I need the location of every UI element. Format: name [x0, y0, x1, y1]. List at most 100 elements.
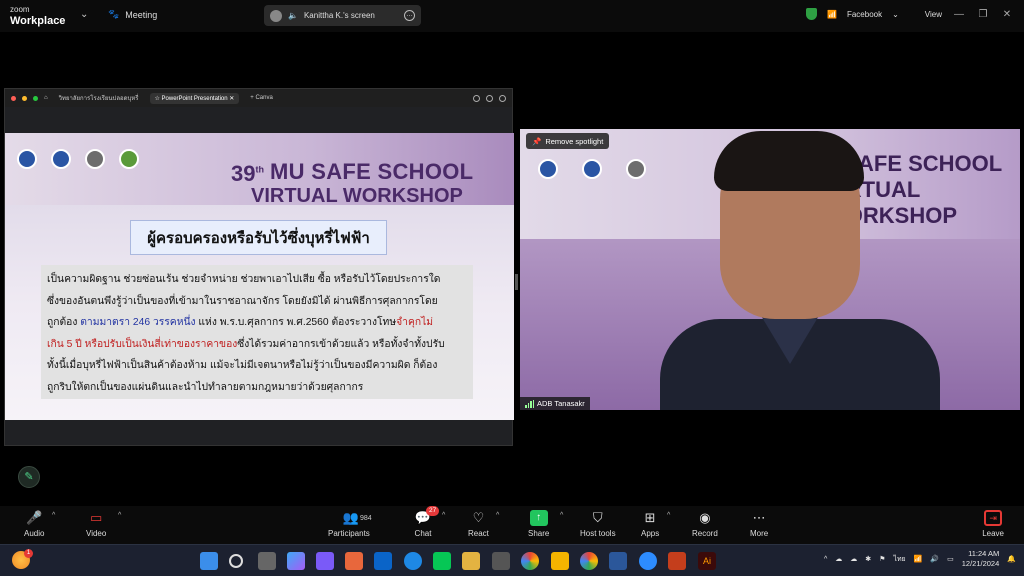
task-view-icon[interactable] — [258, 552, 276, 570]
edge-icon[interactable] — [404, 552, 422, 570]
copilot-icon[interactable] — [287, 552, 305, 570]
participants-button[interactable]: 👥 984 Participants — [328, 510, 372, 538]
file-explorer-icon[interactable] — [551, 552, 569, 570]
signal-icon: 📶 — [826, 9, 837, 19]
zoom-icon[interactable] — [639, 552, 657, 570]
leave-door-icon: ⇥ — [984, 510, 1003, 526]
participants-icon: 👥 — [342, 510, 360, 525]
minimize-dot-icon[interactable] — [22, 95, 27, 101]
chevron-down-icon[interactable]: ⌄ — [892, 10, 899, 19]
home-icon[interactable]: ⌂ — [44, 95, 48, 101]
word-icon[interactable] — [609, 552, 627, 570]
screen-share-indicator[interactable]: 🔈 Kanittha K.'s screen … — [264, 5, 421, 26]
onedrive-blue-icon[interactable]: ☁ — [850, 555, 857, 563]
logo-big-text: Workplace — [10, 15, 66, 27]
record-button[interactable]: ◉ Record — [692, 510, 718, 538]
more-dots-icon: ⋯ — [752, 510, 766, 525]
line-icon[interactable] — [433, 552, 451, 570]
clock-date: 12/21/2024 — [961, 559, 1000, 568]
share-label: Share — [528, 529, 550, 538]
more-button[interactable]: ⋯ More — [750, 510, 768, 538]
person-hair — [714, 131, 864, 191]
host-tools-button[interactable]: ⛉ Host tools — [580, 510, 616, 538]
share-screen-icon: ↑ — [529, 510, 548, 526]
title-bar: zoom Workplace ⌄ 🐾 Meeting 🔈 Kanittha K.… — [0, 0, 1024, 32]
chrome-icon[interactable] — [521, 552, 539, 570]
app-icon[interactable] — [462, 552, 480, 570]
more-options-icon[interactable]: … — [404, 10, 415, 21]
chevron-up-icon[interactable]: ^ — [496, 512, 499, 519]
chevron-up-icon[interactable]: ^ — [824, 556, 827, 563]
bell-icon[interactable] — [486, 94, 493, 102]
clock-time: 11:24 AM — [968, 549, 1000, 558]
mahidol-logo-icon — [17, 149, 37, 169]
powerpoint-icon[interactable] — [668, 552, 686, 570]
search-icon[interactable] — [229, 554, 243, 568]
browser-tab-2[interactable]: ☆ PowerPoint Presentation ✕ — [149, 92, 240, 104]
onedrive-icon[interactable]: ☁ — [835, 555, 842, 563]
slide-title-line2: VIRTUAL WORKSHOP — [251, 185, 463, 207]
microphone-muted-icon: 🎤 — [26, 510, 43, 525]
leave-button[interactable]: ⇥ Leave — [982, 510, 1004, 538]
help-icon[interactable] — [473, 94, 480, 102]
close-icon[interactable]: ✕ — [1000, 9, 1014, 20]
facebook-label[interactable]: Facebook — [847, 10, 882, 19]
annotate-pencil-icon[interactable]: ✎ — [18, 466, 40, 488]
resize-handle[interactable] — [515, 274, 518, 290]
security-shield-icon[interactable] — [805, 8, 817, 20]
video-button[interactable]: ▭ Video ^ — [86, 510, 121, 538]
app-icon[interactable] — [345, 552, 363, 570]
host-tools-label: Host tools — [580, 529, 616, 538]
system-tray: ^ ☁ ☁ ✱ ⚑ ไทย 📶 🔊 ▭ 11:24 AM 12/21/2024 … — [824, 549, 1016, 569]
close-dot-icon[interactable] — [11, 95, 16, 101]
profile-icon[interactable] — [499, 94, 506, 102]
remove-spotlight-button[interactable]: 📌 Remove spotlight — [526, 133, 610, 149]
apps-button[interactable]: ⊞ Apps ^ — [641, 510, 670, 538]
chevron-up-icon[interactable]: ^ — [118, 512, 121, 519]
view-button[interactable]: View — [925, 10, 942, 19]
teams-icon[interactable] — [316, 552, 334, 570]
share-button[interactable]: ↑ Share ^ — [528, 510, 563, 538]
notification-bell-icon[interactable]: 🔔 — [1007, 555, 1016, 563]
video-label: Video — [86, 529, 107, 538]
store-icon[interactable] — [492, 552, 510, 570]
participant-person — [660, 129, 940, 410]
meeting-menu[interactable]: 🐾 Meeting — [108, 9, 157, 20]
chevron-up-icon[interactable]: ^ — [560, 512, 563, 519]
record-label: Record — [692, 529, 718, 538]
wifi-icon[interactable]: 📶 — [914, 555, 923, 563]
leave-label: Leave — [982, 529, 1004, 538]
slide-header-banner: 39th MU SAFE SCHOOL VIRTUAL WORKSHOP — [5, 133, 514, 207]
mahidol-logo-2-icon — [582, 159, 602, 179]
volume-icon[interactable]: 🔊 — [930, 555, 939, 563]
clock[interactable]: 11:24 AM 12/21/2024 — [962, 549, 1000, 569]
chrome-icon[interactable] — [580, 552, 598, 570]
restore-icon[interactable]: ❐ — [976, 9, 990, 20]
record-icon: ◉ — [699, 510, 711, 525]
input-language[interactable]: ไทย — [893, 554, 905, 565]
outlook-icon[interactable] — [374, 552, 392, 570]
participants-label: Participants — [328, 529, 370, 538]
browser-tab-1[interactable]: วิทยาลัยการโรงเรียนปลอดบุหรี่ — [54, 91, 144, 105]
audio-button[interactable]: 🎤 Audio ^ — [24, 510, 55, 538]
chat-badge: 27 — [426, 506, 440, 516]
flag-icon[interactable]: ⚑ — [879, 555, 885, 563]
illustrator-icon[interactable]: Ai — [698, 552, 716, 570]
chevron-up-icon[interactable]: ^ — [442, 512, 445, 519]
start-menu-icon[interactable] — [200, 552, 218, 570]
chevron-up-icon[interactable]: ^ — [52, 512, 55, 519]
chat-button[interactable]: 💬 27 Chat ^ — [414, 506, 445, 538]
slide-heading-box: ผู้ครอบครองหรือรับไว้ซึ่งบุหรี่ไฟฟ้า — [130, 220, 387, 255]
minimize-icon[interactable]: — — [952, 9, 966, 20]
zoom-logo: zoom Workplace — [10, 5, 66, 27]
maximize-dot-icon[interactable] — [33, 95, 38, 101]
battery-icon[interactable]: ▭ — [947, 555, 954, 563]
bluetooth-icon[interactable]: ✱ — [865, 555, 871, 563]
chevron-up-icon[interactable]: ^ — [667, 512, 670, 519]
screen-share-label: Kanittha K.'s screen — [303, 11, 375, 20]
windows-taskbar: 1 Ai ^ ☁ ☁ ✱ ⚑ ไทย 📶 🔊 ▭ 11:24 AM 12/21/… — [0, 544, 1024, 576]
slide-line-3: ถูกต้อง ตามมาตรา 246 วรรคหนึ่ง แห่ง พ.ร.… — [47, 317, 434, 328]
react-button[interactable]: ♡ React ^ — [468, 510, 499, 538]
browser-tab-3[interactable]: + Canva — [245, 93, 278, 103]
chevron-down-icon[interactable]: ⌄ — [80, 9, 88, 20]
